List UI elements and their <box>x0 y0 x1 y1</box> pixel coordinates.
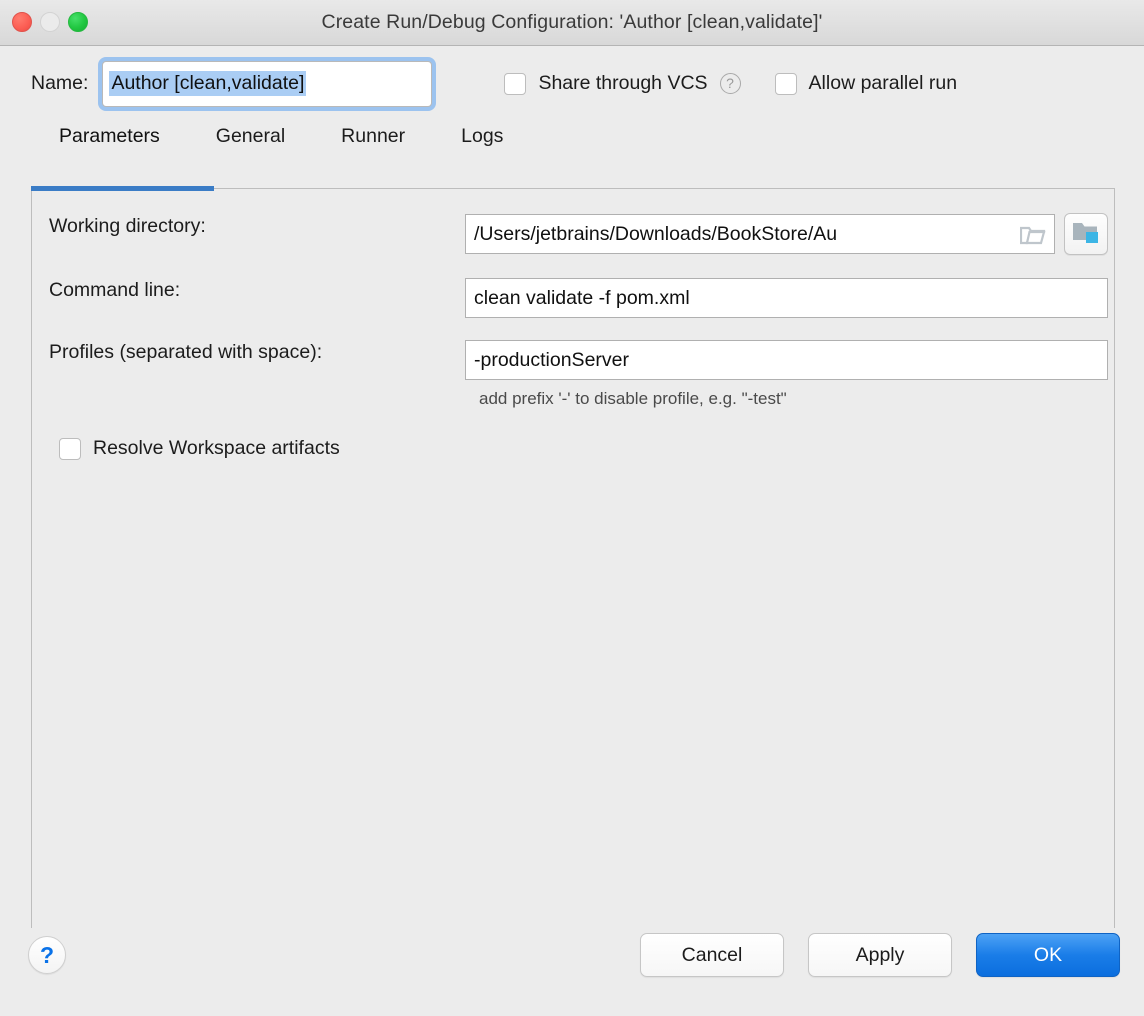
working-directory-value: /Users/jetbrains/Downloads/BookStore/Au <box>474 222 838 245</box>
working-directory-input[interactable]: /Users/jetbrains/Downloads/BookStore/Au <box>465 214 1055 254</box>
allow-parallel-run-checkbox[interactable] <box>774 72 797 95</box>
share-through-vcs-label: Share through VCS <box>538 72 708 94</box>
profiles-value: -productionServer <box>474 348 629 371</box>
share-through-vcs-group[interactable]: Share through VCS ? <box>504 72 741 95</box>
parameters-tab-panel: Working directory: /Users/jetbrains/Down… <box>31 188 1115 928</box>
working-directory-row: Working directory: <box>49 215 206 238</box>
share-through-vcs-help-icon[interactable]: ? <box>719 73 741 94</box>
help-button[interactable]: ? <box>28 936 66 974</box>
window-title: Create Run/Debug Configuration: 'Author … <box>321 11 823 33</box>
tab-logs[interactable]: Logs <box>433 121 531 148</box>
share-through-vcs-checkbox[interactable] <box>504 72 527 95</box>
create-run-debug-configuration-dialog: Create Run/Debug Configuration: 'Author … <box>0 0 1144 1016</box>
command-line-label: Command line: <box>49 279 181 301</box>
ok-button[interactable]: OK <box>976 933 1120 977</box>
open-folder-icon[interactable] <box>1019 224 1046 251</box>
resolve-workspace-artifacts-label: Resolve Workspace artifacts <box>93 437 340 459</box>
parameters-form: Working directory: /Users/jetbrains/Down… <box>32 189 1114 928</box>
tab-runner[interactable]: Runner <box>313 121 433 148</box>
name-row: Name: Author [clean,validate] Share thro… <box>0 46 1144 121</box>
apply-button[interactable]: Apply <box>808 933 952 977</box>
name-input-value: Author [clean,validate] <box>109 71 307 96</box>
module-folder-icon <box>1072 220 1100 249</box>
minimize-window-button[interactable] <box>40 12 60 32</box>
resolve-workspace-artifacts-checkbox[interactable] <box>59 437 81 460</box>
command-line-row: Command line: <box>49 279 180 302</box>
command-line-input[interactable]: clean validate -f pom.xml <box>465 278 1108 318</box>
close-window-button[interactable] <box>12 12 32 32</box>
profiles-input[interactable]: -productionServer <box>465 340 1108 380</box>
maximize-window-button[interactable] <box>68 12 88 32</box>
profiles-label: Profiles (separated with space): <box>49 341 323 363</box>
tab-parameters[interactable]: Parameters <box>31 121 188 148</box>
window-controls <box>12 12 88 32</box>
cancel-button[interactable]: Cancel <box>640 933 784 977</box>
command-line-value: clean validate -f pom.xml <box>474 286 690 309</box>
allow-parallel-run-label: Allow parallel run <box>808 72 958 94</box>
working-directory-browse-button[interactable] <box>1064 213 1108 255</box>
dialog-footer: ? Cancel Apply OK <box>0 928 1144 1016</box>
dialog-button-row: Cancel Apply OK <box>640 933 1120 977</box>
resolve-workspace-artifacts-group[interactable]: Resolve Workspace artifacts <box>59 437 340 460</box>
allow-parallel-run-group[interactable]: Allow parallel run <box>774 72 958 95</box>
configuration-tabs: Parameters General Runner Logs <box>0 121 1144 169</box>
working-directory-label: Working directory: <box>49 215 206 237</box>
name-input[interactable]: Author [clean,validate] <box>102 60 433 107</box>
window-titlebar: Create Run/Debug Configuration: 'Author … <box>0 0 1144 46</box>
active-tab-indicator <box>31 186 214 191</box>
profiles-row: Profiles (separated with space): <box>49 341 322 364</box>
profiles-hint: add prefix '-' to disable profile, e.g. … <box>479 389 787 408</box>
name-label: Name: <box>31 72 89 94</box>
tab-general[interactable]: General <box>188 121 313 148</box>
